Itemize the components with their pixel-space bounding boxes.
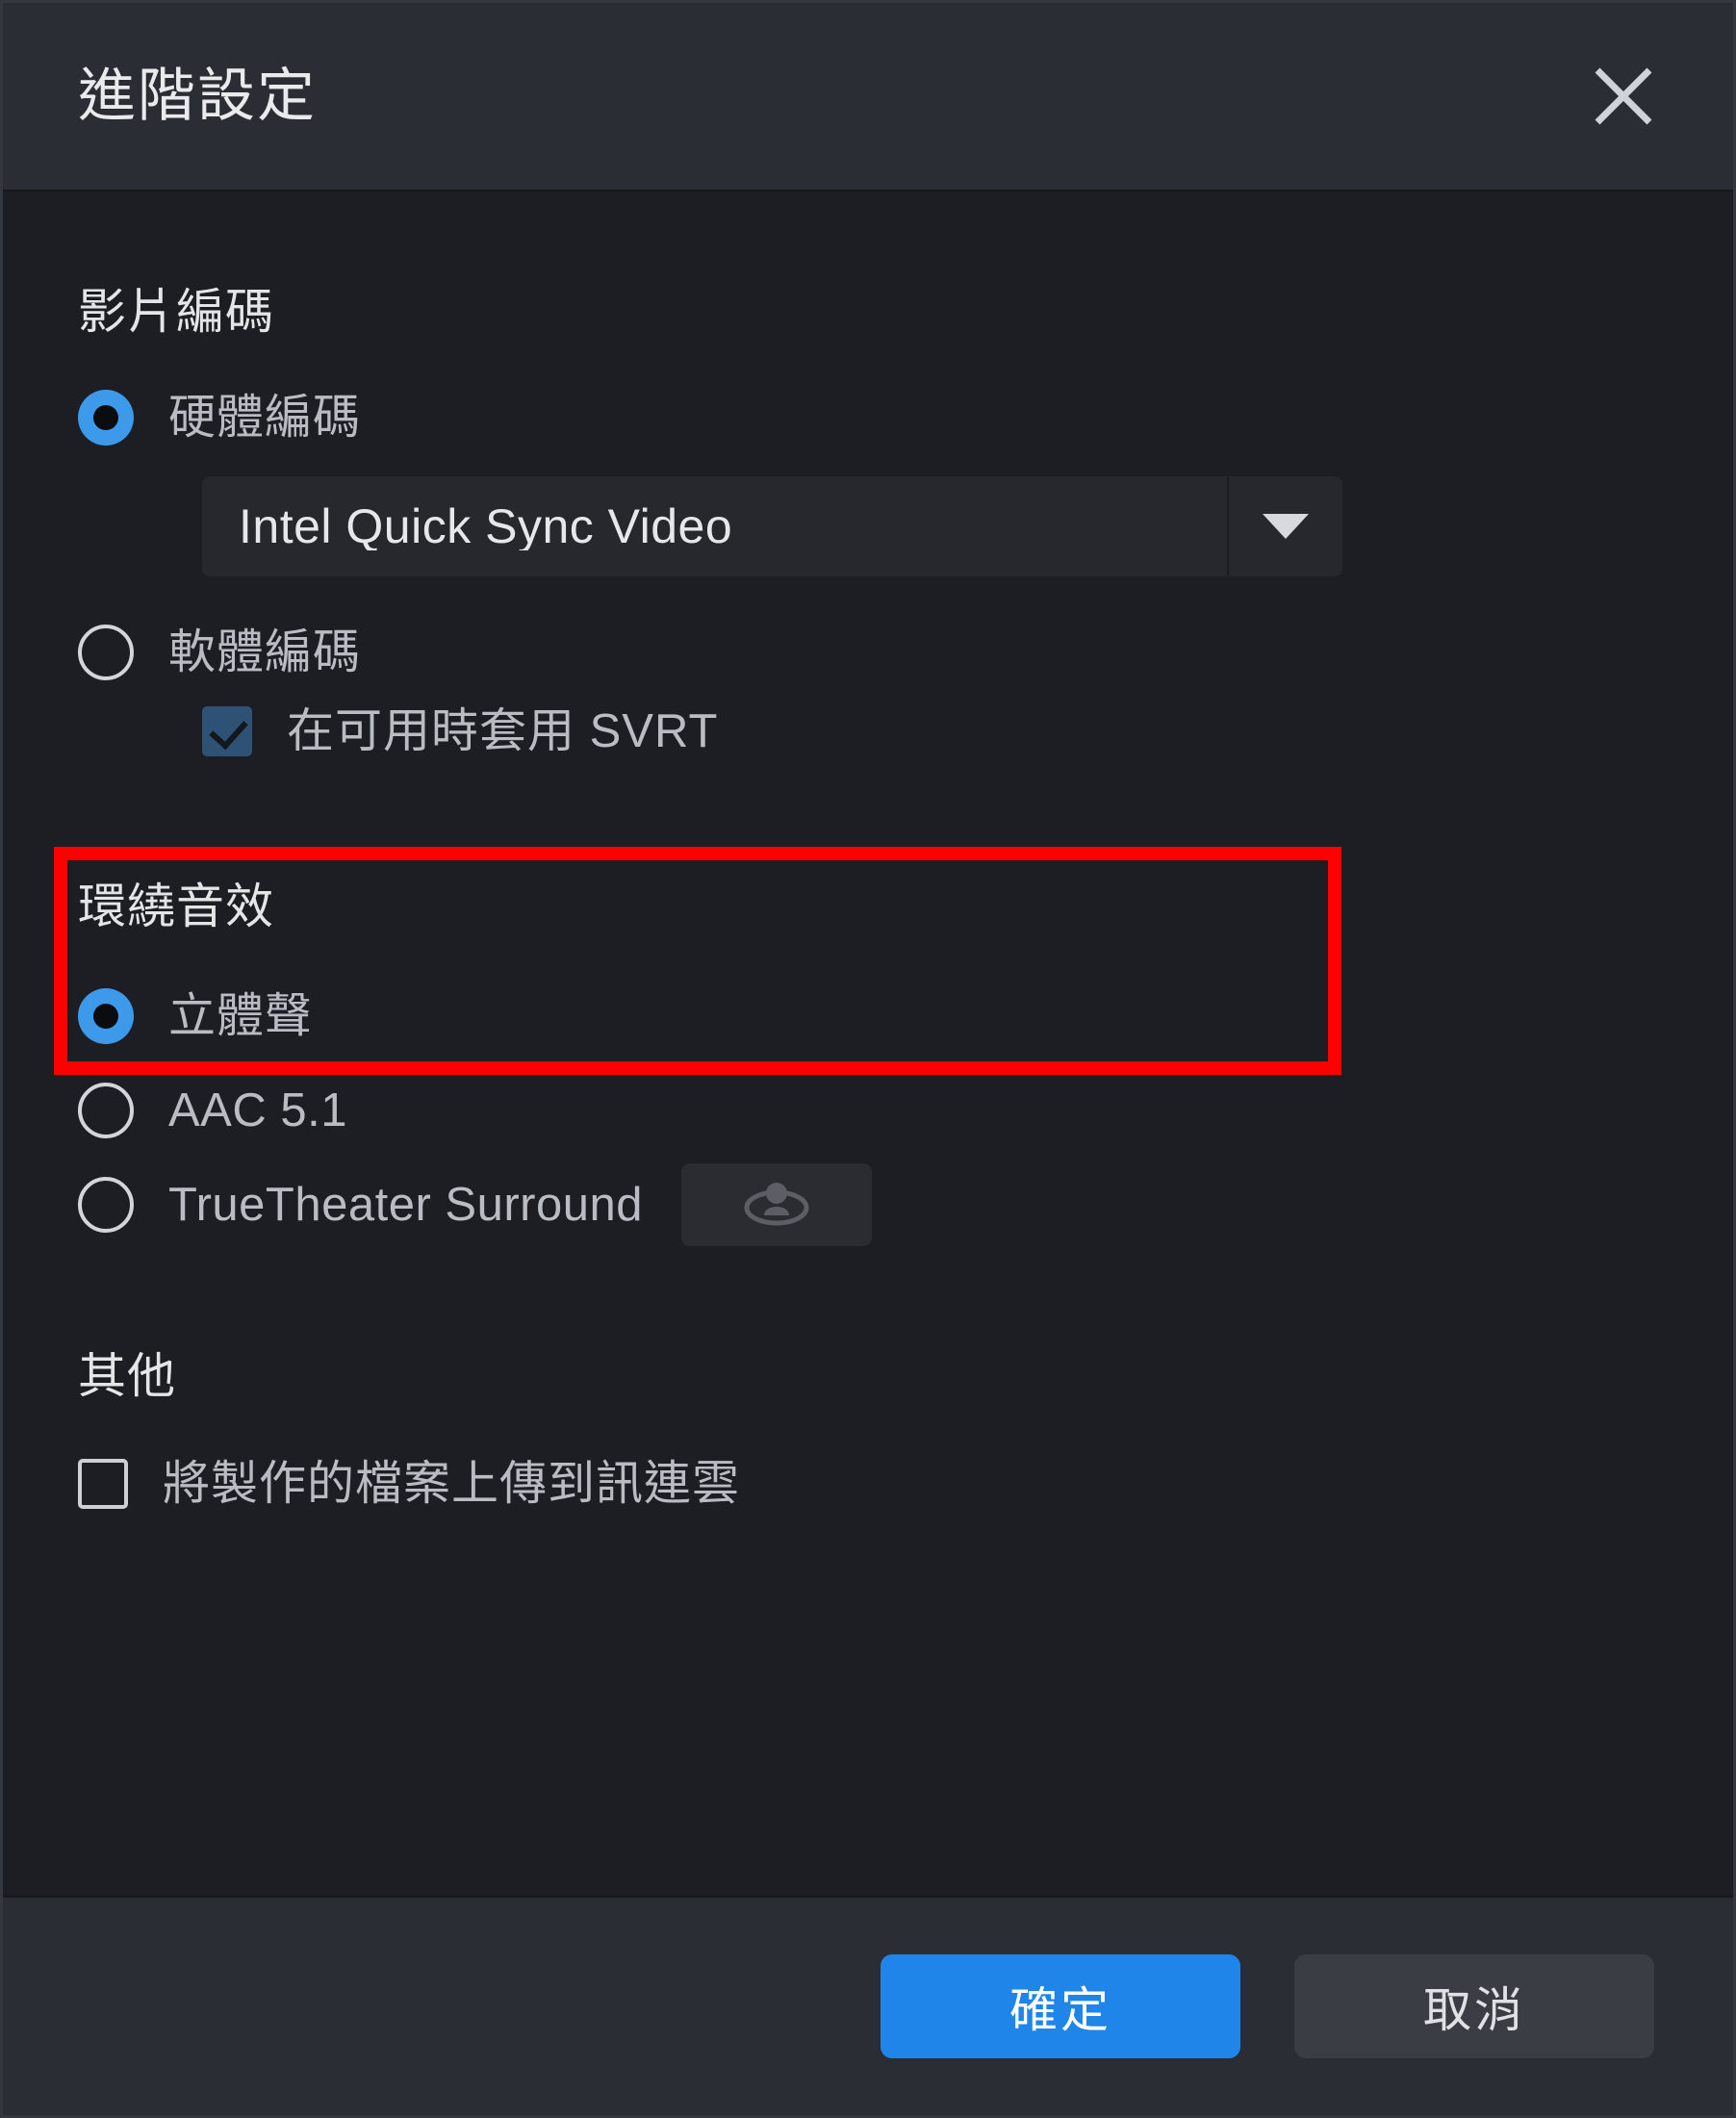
radio-label-software-encoding: 軟體編碼	[168, 625, 362, 678]
radio-label-truetheater-surround: TrueTheater Surround	[168, 1178, 643, 1231]
radio-row-hardware-encoding[interactable]: 硬體編碼	[3, 376, 1733, 459]
radio-hardware-encoding[interactable]	[78, 390, 134, 446]
checkbox-label-svrt: 在可用時套用 SVRT	[287, 704, 719, 757]
dialog-footer: 確定 取消	[3, 1896, 1733, 2115]
close-icon	[1592, 64, 1655, 128]
radio-row-aac51[interactable]: AAC 5.1	[3, 1069, 1733, 1152]
section-heading-other: 其他	[78, 1349, 176, 1403]
radio-aac51[interactable]	[78, 1083, 134, 1138]
chevron-down-icon	[1263, 514, 1309, 539]
checkbox-label-upload-to-cloud: 將製作的檔案上傳到訊連雲	[163, 1457, 741, 1510]
checkbox-upload-to-cloud[interactable]	[78, 1459, 128, 1509]
codec-dropdown-wrapper: Intel Quick Sync Video	[3, 476, 1733, 576]
ok-button[interactable]: 確定	[881, 1954, 1240, 2058]
radio-stereo[interactable]	[78, 988, 134, 1044]
checkbox-row-upload-cloud[interactable]: 將製作的檔案上傳到訊連雲	[3, 1442, 1733, 1525]
radio-row-stereo[interactable]: 立體聲	[3, 975, 1733, 1058]
radio-label-aac51: AAC 5.1	[168, 1084, 347, 1136]
checkbox-row-svrt[interactable]: 在可用時套用 SVRT	[3, 694, 1733, 769]
radio-row-truetheater-surround[interactable]: TrueTheater Surround	[3, 1163, 1733, 1246]
dialog-title: 進階設定	[78, 64, 317, 128]
section-heading-video-encoding: 影片編碼	[78, 285, 274, 339]
codec-dropdown[interactable]: Intel Quick Sync Video	[202, 476, 1342, 576]
dialog-titlebar: 進階設定	[3, 3, 1733, 191]
radio-label-hardware-encoding: 硬體編碼	[168, 391, 362, 444]
radio-truetheater-surround[interactable]	[78, 1177, 134, 1233]
radio-row-software-encoding[interactable]: 軟體編碼	[3, 611, 1733, 694]
dialog-body: 影片編碼 硬體編碼 Intel Quick Sync Video 軟體編碼 在可…	[3, 191, 1733, 1896]
radio-label-stereo: 立體聲	[168, 989, 314, 1042]
truetheater-settings-button[interactable]	[681, 1163, 872, 1246]
surround-sound-icon	[741, 1177, 812, 1234]
codec-dropdown-value: Intel Quick Sync Video	[239, 502, 733, 550]
close-button[interactable]	[1573, 46, 1673, 146]
radio-software-encoding[interactable]	[78, 625, 134, 680]
advanced-settings-dialog: 進階設定 影片編碼 硬體編碼 Intel Quick Sync Video 軟體…	[0, 0, 1736, 2118]
cancel-button[interactable]: 取消	[1294, 1954, 1654, 2058]
checkbox-svrt[interactable]	[202, 706, 252, 756]
codec-dropdown-arrow-button[interactable]	[1227, 476, 1342, 576]
section-heading-surround-sound: 環繞音效	[78, 880, 274, 933]
